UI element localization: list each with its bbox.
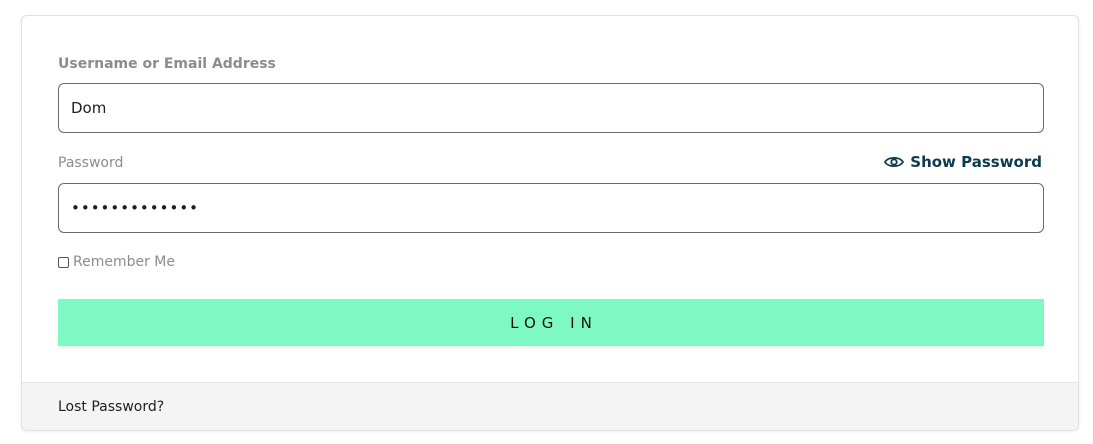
card-footer: Lost Password? xyxy=(22,382,1078,430)
show-password-button[interactable]: Show Password xyxy=(884,153,1042,171)
show-password-label: Show Password xyxy=(910,153,1042,171)
eye-icon xyxy=(884,154,905,170)
username-input[interactable] xyxy=(58,83,1044,133)
lost-password-link[interactable]: Lost Password? xyxy=(58,399,164,415)
login-card: Username or Email Address Password Show … xyxy=(21,15,1079,431)
remember-me-label: Remember Me xyxy=(73,254,175,270)
password-input[interactable] xyxy=(58,183,1044,233)
username-label: Username or Email Address xyxy=(58,56,276,72)
remember-me[interactable]: Remember Me xyxy=(58,254,175,270)
remember-me-checkbox[interactable] xyxy=(58,256,69,268)
password-label: Password xyxy=(58,155,124,171)
login-button[interactable]: LOG IN xyxy=(58,299,1044,346)
